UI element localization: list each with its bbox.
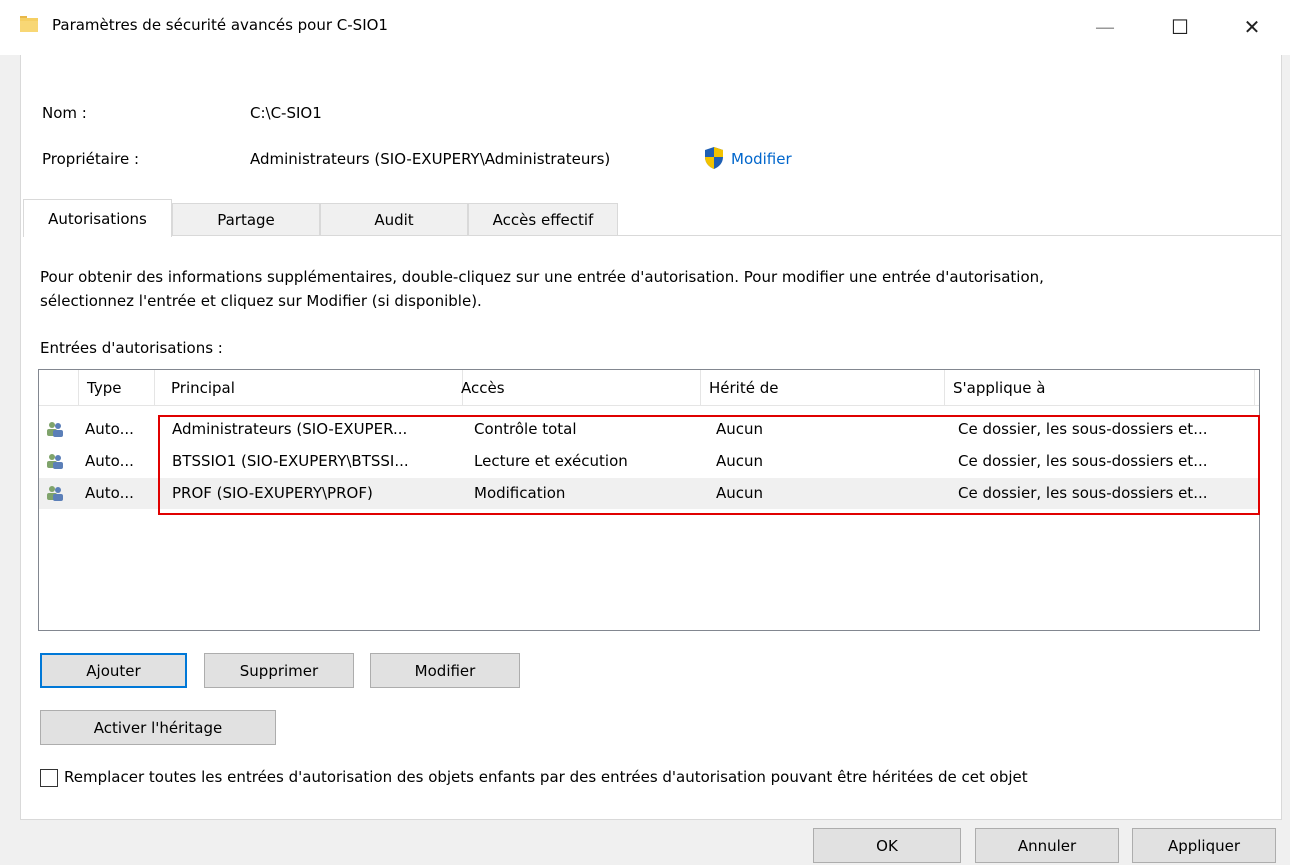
instructions-line1: Pour obtenir des informations supplément… [40,268,1044,286]
replace-child-permissions-checkbox[interactable] [40,769,58,787]
cell-access: Modification [474,484,566,502]
column-access[interactable]: Accès [453,370,701,406]
cell-type: Auto... [85,452,134,470]
cell-type: Auto... [85,484,134,502]
cell-inherited: Aucun [716,484,764,502]
replace-child-permissions-label: Remplacer toutes les entrées d'autorisat… [64,768,1028,786]
entries-label: Entrées d'autorisations : [40,339,223,357]
tab-permissions[interactable]: Autorisations [23,199,172,237]
tab-divider [172,235,1282,236]
edit-button[interactable]: Modifier [370,653,520,688]
tab-audit[interactable]: Audit [320,203,468,236]
owner-label: Propriétaire : [42,150,140,168]
name-value: C:\C-SIO1 [250,104,322,122]
cell-principal: PROF (SIO-EXUPERY\PROF) [172,484,373,502]
column-inherited[interactable]: Hérité de [701,370,945,406]
cell-applies: Ce dossier, les sous-dossiers et... [958,452,1208,470]
column-type[interactable]: Type [79,370,155,406]
cell-inherited: Aucun [716,452,764,470]
users-icon [47,422,63,437]
users-icon [47,454,63,469]
users-icon [47,486,63,501]
uac-shield-icon [705,147,723,169]
cell-principal: Administrateurs (SIO-EXUPER... [172,420,408,438]
permissions-list[interactable]: Type Principal Accès Hérité de S'appliqu… [38,369,1260,631]
minimize-button[interactable]: — [1085,12,1125,42]
add-button[interactable]: Ajouter [40,653,187,688]
tab-sharing[interactable]: Partage [172,203,320,236]
cell-principal: BTSSIO1 (SIO-EXUPERY\BTSSI... [172,452,409,470]
column-principal[interactable]: Principal [163,370,463,406]
column-icon [39,370,79,406]
tab-effective-access[interactable]: Accès effectif [468,203,618,236]
table-row[interactable]: Auto... Administrateurs (SIO-EXUPER... C… [39,414,1259,445]
owner-value: Administrateurs (SIO-EXUPERY\Administrat… [250,150,611,168]
remove-button[interactable]: Supprimer [204,653,354,688]
cancel-button[interactable]: Annuler [975,828,1119,863]
table-row[interactable]: Auto... PROF (SIO-EXUPERY\PROF) Modifica… [39,478,1259,509]
title-bar: Paramètres de sécurité avancés pour C-SI… [0,0,1290,55]
window-title: Paramètres de sécurité avancés pour C-SI… [52,16,388,34]
table-row[interactable]: Auto... BTSSIO1 (SIO-EXUPERY\BTSSI... Le… [39,446,1259,477]
maximize-button[interactable]: ☐ [1160,12,1200,42]
cell-access: Lecture et exécution [474,452,628,470]
list-header: Type Principal Accès Hérité de S'appliqu… [39,370,1259,406]
cell-inherited: Aucun [716,420,764,438]
name-label: Nom : [42,104,87,122]
cell-access: Contrôle total [474,420,577,438]
enable-inheritance-button[interactable]: Activer l'héritage [40,710,276,745]
apply-button[interactable]: Appliquer [1132,828,1276,863]
ok-button[interactable]: OK [813,828,961,863]
cell-type: Auto... [85,420,134,438]
cell-applies: Ce dossier, les sous-dossiers et... [958,484,1208,502]
column-applies[interactable]: S'applique à [945,370,1255,406]
close-button[interactable]: ✕ [1232,12,1272,42]
instructions-line2: sélectionnez l'entrée et cliquez sur Mod… [40,292,482,310]
cell-applies: Ce dossier, les sous-dossiers et... [958,420,1208,438]
owner-change-link[interactable]: Modifier [731,150,792,168]
folder-icon [20,16,38,32]
